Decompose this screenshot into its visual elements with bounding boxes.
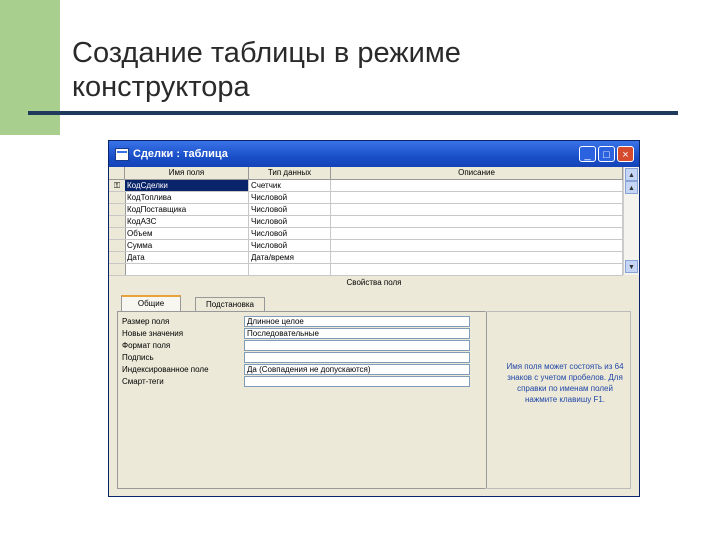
- slide-title: Создание таблицы в режиме конструктора: [72, 37, 461, 103]
- scroll-up-arrow-icon[interactable]: ▲: [625, 181, 638, 194]
- row-selector[interactable]: [109, 228, 126, 239]
- table-row[interactable]: Сумма Числовой: [109, 240, 623, 252]
- table-row[interactable]: КодПоставщика Числовой: [109, 204, 623, 216]
- row-selector[interactable]: [109, 192, 126, 203]
- property-value-field[interactable]: [244, 352, 470, 363]
- maximize-button[interactable]: □: [598, 146, 615, 162]
- data-type-cell[interactable]: Числовой: [249, 240, 331, 251]
- close-button[interactable]: ×: [617, 146, 634, 162]
- description-cell[interactable]: [331, 252, 623, 263]
- primary-key-icon[interactable]: ⚿: [109, 180, 126, 191]
- table-row[interactable]: КодТоплива Числовой: [109, 192, 623, 204]
- data-type-cell[interactable]: Дата/время: [249, 252, 331, 263]
- row-selector[interactable]: [109, 240, 126, 251]
- property-label: Подпись: [122, 353, 154, 362]
- table-row[interactable]: Дата Дата/время: [109, 252, 623, 264]
- data-type-cell[interactable]: Числовой: [249, 204, 331, 215]
- description-cell[interactable]: [331, 204, 623, 215]
- description-cell[interactable]: [331, 192, 623, 203]
- property-row: Формат поля: [118, 340, 470, 352]
- property-label: Формат поля: [122, 341, 171, 350]
- column-header-description[interactable]: Описание: [331, 167, 623, 179]
- property-row: Смарт-теги: [118, 376, 470, 388]
- property-row: Новые значения Последовательные: [118, 328, 470, 340]
- field-name-cell[interactable]: КодАЗС: [125, 216, 249, 227]
- property-row: Подпись: [118, 352, 470, 364]
- table-icon: [115, 148, 129, 161]
- property-label: Новые значения: [122, 329, 184, 338]
- table-row[interactable]: Объем Числовой: [109, 228, 623, 240]
- property-label: Индексированное поле: [122, 365, 209, 374]
- property-row: Индексированное поле Да (Совпадения не до…: [118, 364, 470, 376]
- table-row[interactable]: ⚿ КодСделки Счетчик: [109, 180, 623, 192]
- title-rule: [28, 111, 678, 115]
- property-value-field[interactable]: [244, 340, 470, 351]
- data-type-cell[interactable]: Счетчик: [249, 180, 331, 191]
- row-selector[interactable]: [109, 204, 126, 215]
- description-cell[interactable]: [331, 216, 623, 227]
- data-type-cell[interactable]: [249, 264, 331, 275]
- property-label: Размер поля: [122, 317, 170, 326]
- field-name-cell[interactable]: КодТоплива: [125, 192, 249, 203]
- window-titlebar[interactable]: Сделки : таблица _ □ ×: [109, 141, 639, 167]
- table-row[interactable]: КодАЗС Числовой: [109, 216, 623, 228]
- grid-vertical-scrollbar[interactable]: ▲ ▲ ▼: [623, 167, 639, 275]
- grid-header: Имя поля Тип данных Описание: [109, 167, 623, 180]
- field-properties-label: Свойства поля: [346, 278, 402, 287]
- data-type-cell[interactable]: Числовой: [249, 192, 331, 203]
- row-selector[interactable]: [109, 264, 126, 275]
- tab-general[interactable]: Общие: [121, 295, 181, 312]
- property-value-field[interactable]: Последовательные: [244, 328, 470, 339]
- field-properties-panel: Общие Подстановка Размер поля Длинное цел…: [115, 291, 631, 491]
- grid-corner: [109, 167, 125, 179]
- field-name-cell[interactable]: [125, 264, 249, 275]
- description-cell[interactable]: [331, 240, 623, 251]
- minimize-button[interactable]: _: [579, 146, 596, 162]
- field-name-cell[interactable]: КодПоставщика: [125, 204, 249, 215]
- table-row[interactable]: [109, 264, 623, 276]
- description-cell[interactable]: [331, 180, 623, 191]
- column-header-field-name[interactable]: Имя поля: [125, 167, 249, 179]
- property-row: Размер поля Длинное целое: [118, 316, 470, 328]
- tab-lookup[interactable]: Подстановка: [195, 297, 265, 311]
- property-value-field[interactable]: [244, 376, 470, 387]
- description-cell[interactable]: [331, 264, 623, 275]
- field-grid: Имя поля Тип данных Описание ⚿ КодСделки С…: [109, 167, 623, 276]
- help-hint-text: Имя поля может состоять из 64 знаков с у…: [506, 362, 624, 404]
- data-type-cell[interactable]: Числовой: [249, 216, 331, 227]
- scroll-up-arrow-icon[interactable]: ▲: [625, 168, 638, 181]
- field-name-cell[interactable]: Сумма: [125, 240, 249, 251]
- field-name-cell[interactable]: Дата: [125, 252, 249, 263]
- data-type-cell[interactable]: Числовой: [249, 228, 331, 239]
- scroll-down-arrow-icon[interactable]: ▼: [625, 260, 638, 273]
- property-value-field[interactable]: Длинное целое: [244, 316, 470, 327]
- description-cell[interactable]: [331, 228, 623, 239]
- column-header-data-type[interactable]: Тип данных: [249, 167, 331, 179]
- property-value-field[interactable]: Да (Совпадения не допускаются): [244, 364, 470, 375]
- field-name-cell[interactable]: КодСделки: [125, 180, 249, 191]
- table-design-window: Сделки : таблица _ □ × Имя поля Тип данн…: [108, 140, 640, 497]
- row-selector[interactable]: [109, 216, 126, 227]
- property-label: Смарт-теги: [122, 377, 164, 386]
- field-name-cell[interactable]: Объем: [125, 228, 249, 239]
- row-selector[interactable]: [109, 252, 126, 263]
- general-tab-panel: Размер поля Длинное целое Новые значения По…: [117, 311, 487, 489]
- window-title: Сделки : таблица: [133, 148, 228, 160]
